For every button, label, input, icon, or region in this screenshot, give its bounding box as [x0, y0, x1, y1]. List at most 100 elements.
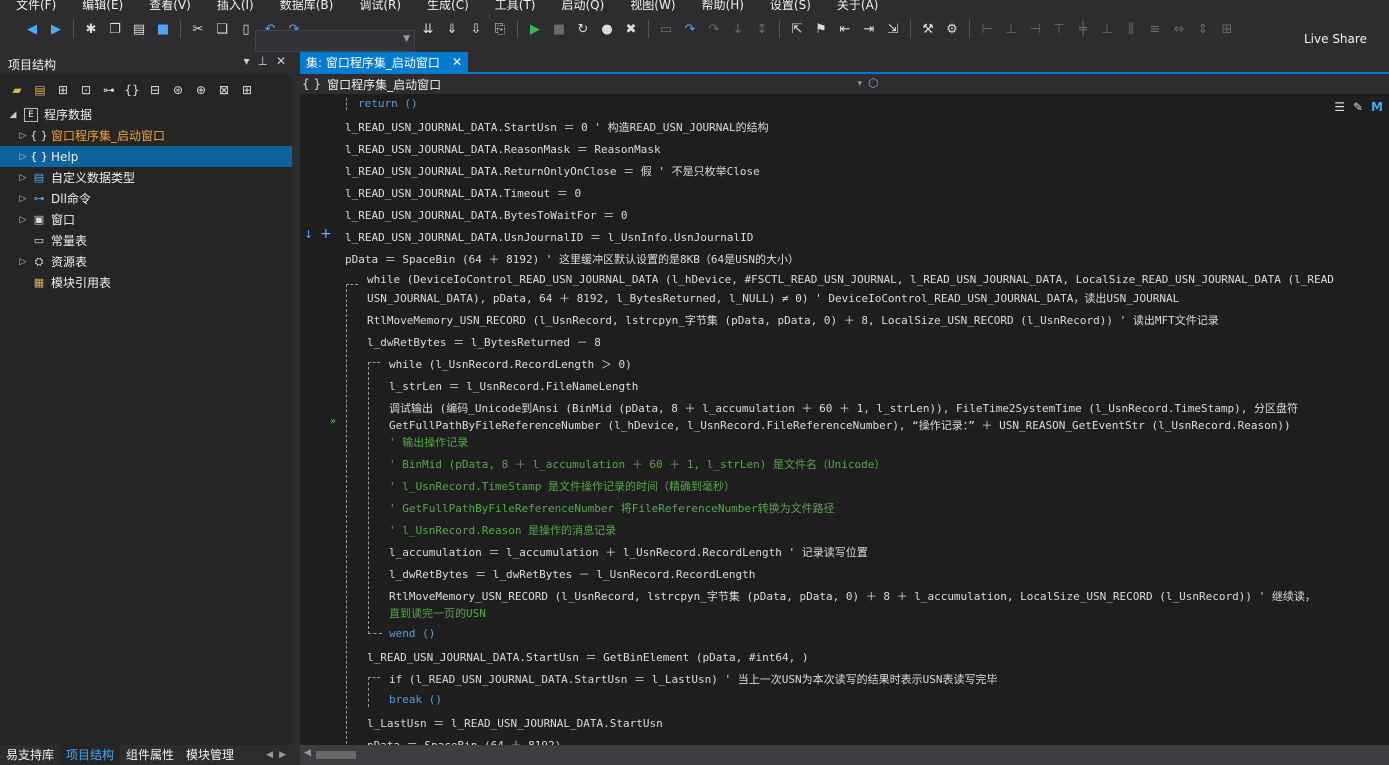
package-icon[interactable]: ⎘ [490, 19, 510, 39]
scroll-left-icon[interactable]: ◀ [304, 748, 311, 758]
distribute-v-icon[interactable]: ≡ [1145, 19, 1165, 39]
step-into-icon[interactable]: ↓ [728, 19, 748, 39]
add-dll-icon[interactable]: ⊶ [100, 81, 118, 99]
same-height-icon[interactable]: ⇕ [1193, 19, 1213, 39]
editor-tab[interactable]: 集: 窗口程序集_启动窗口 ✕ [300, 52, 468, 72]
menu-insert[interactable]: 插入(I) [217, 0, 254, 12]
collapse-icon[interactable]: ◢ [6, 110, 20, 120]
tree-node-custom-types[interactable]: ▷ ▤ 自定义数据类型 [16, 167, 292, 188]
add-image-icon[interactable]: ⊞ [238, 81, 256, 99]
align-right-icon[interactable]: ⊣ [1025, 19, 1045, 39]
folder-icon[interactable]: ▰ [8, 81, 26, 99]
cube-icon[interactable]: ⬡ [868, 76, 878, 90]
toolbar-combo[interactable]: ▼ [255, 30, 415, 52]
back-icon[interactable]: ◀ [22, 19, 42, 39]
add-window-icon[interactable]: ⊠ [215, 81, 233, 99]
scroll-right-icon[interactable]: ▶ [279, 750, 286, 760]
menu-settings[interactable]: 设置(S) [770, 0, 811, 12]
horizontal-scrollbar[interactable]: ◀ [300, 745, 1389, 765]
align-center-icon[interactable]: ⊥ [1001, 19, 1021, 39]
add-const-icon[interactable]: ⊛ [169, 81, 187, 99]
pin-icon[interactable]: ⊥ [257, 54, 267, 68]
add-resource-icon[interactable]: ⊕ [192, 81, 210, 99]
copy-icon[interactable]: ❏ [212, 19, 232, 39]
tab-support-library[interactable]: 易支持库 [0, 745, 60, 765]
navigate-icon[interactable]: ⇱ [787, 19, 807, 39]
menu-window[interactable]: 视图(W) [630, 0, 675, 12]
step-over-icon[interactable]: ↷ [680, 19, 700, 39]
edit-mode-icon[interactable]: ✎ [1353, 100, 1363, 114]
bookmark-clear-icon[interactable]: ⇲ [883, 19, 903, 39]
format-icon[interactable]: ☰ [1334, 100, 1345, 114]
code-editor[interactable]: ↓ + » return () l_READ_USN_JOURNAL_DATA.… [300, 94, 1389, 745]
expand-icon[interactable]: ▷ [16, 215, 30, 225]
tree-node-resources[interactable]: ▷ ⛭ 资源表 [16, 251, 292, 272]
forward-icon[interactable]: ▶ [46, 19, 66, 39]
align-left-icon[interactable]: ⊢ [977, 19, 997, 39]
menu-debug[interactable]: 调试(R) [359, 0, 401, 12]
align-middle-icon[interactable]: ╪ [1073, 19, 1093, 39]
save-all-icon[interactable]: ▤ [129, 19, 149, 39]
menu-edit[interactable]: 编辑(E) [82, 0, 123, 12]
menu-help[interactable]: 帮助(H) [702, 0, 744, 12]
scrollbar-thumb[interactable] [316, 751, 356, 759]
cut-icon[interactable]: ✂ [188, 19, 208, 39]
close-icon[interactable]: ✕ [452, 55, 462, 69]
same-width-icon[interactable]: ⇔ [1169, 19, 1189, 39]
tree-node-constants[interactable]: ▭ 常量表 [30, 230, 292, 251]
expand-icon[interactable]: ▷ [16, 131, 30, 141]
breakpoint-icon[interactable]: ● [597, 19, 617, 39]
menu-build[interactable]: 生成(C) [427, 0, 469, 12]
tree-node-dll[interactable]: ▷ ⊶ Dll命令 [16, 188, 292, 209]
tree-node-program-data[interactable]: ◢ E 程序数据 [6, 104, 292, 125]
tree-node-window[interactable]: ▷ ▣ 窗口 [16, 209, 292, 230]
bookmark-next-icon[interactable]: ⇥ [859, 19, 879, 39]
menu-view[interactable]: 查看(V) [149, 0, 191, 12]
menu-start[interactable]: 启动(Q) [561, 0, 604, 12]
menu-tools[interactable]: 工具(T) [495, 0, 536, 12]
step-out-icon[interactable]: ↕ [752, 19, 772, 39]
save-icon[interactable]: ■ [153, 19, 173, 39]
align-bottom-icon[interactable]: ⊥ [1097, 19, 1117, 39]
menu-file[interactable]: 文件(F) [16, 0, 56, 12]
compile-static-icon[interactable]: ⇓ [442, 19, 462, 39]
compile-icon[interactable]: ⇊ [418, 19, 438, 39]
publish-icon[interactable]: ⇩ [466, 19, 486, 39]
align-top-icon[interactable]: ⊤ [1049, 19, 1069, 39]
expand-icon[interactable]: ▷ [16, 257, 30, 267]
new-project-icon[interactable]: ✱ [81, 19, 101, 39]
panel-menu-icon[interactable]: ▾ [243, 54, 249, 68]
tab-component-properties[interactable]: 组件属性 [120, 745, 180, 765]
close-icon[interactable]: ✕ [276, 54, 286, 68]
plus-icon[interactable]: + [320, 226, 332, 242]
scope-dropdown[interactable]: { } 窗口程序集_启动窗口 ▾ [302, 76, 862, 92]
expand-icon[interactable]: ▷ [16, 152, 30, 162]
expand-icon[interactable]: ▷ [16, 173, 30, 183]
bookmark-icon[interactable]: ⚑ [811, 19, 831, 39]
run-icon[interactable]: ▶ [525, 19, 545, 39]
tab-module-management[interactable]: 模块管理 [180, 745, 240, 765]
distribute-h-icon[interactable]: ⫼ [1121, 19, 1141, 39]
clear-breakpoints-icon[interactable]: ✖ [621, 19, 641, 39]
m-icon[interactable]: M [1371, 100, 1383, 114]
step-back-icon[interactable]: ↷ [704, 19, 724, 39]
add-class-icon[interactable]: ⊡ [77, 81, 95, 99]
tree-node-startup-window[interactable]: ▷ { } 窗口程序集_启动窗口 [16, 125, 292, 146]
same-size-icon[interactable]: ⊞ [1217, 19, 1237, 39]
tree-node-module-refs[interactable]: ▦ 模块引用表 [30, 272, 292, 293]
menu-about[interactable]: 关于(A) [837, 0, 879, 12]
add-subroutine-icon[interactable]: ⊞ [54, 81, 72, 99]
tab-project-structure[interactable]: 项目结构 [60, 745, 121, 765]
add-type-icon[interactable]: ⊟ [146, 81, 164, 99]
wrench-icon[interactable]: ⚒ [918, 19, 938, 39]
gear-icon[interactable]: ⚙ [942, 19, 962, 39]
scroll-left-icon[interactable]: ◀ [266, 750, 273, 760]
restart-icon[interactable]: ↻ [573, 19, 593, 39]
paste-icon[interactable]: ▯ [236, 19, 256, 39]
stop-icon[interactable]: ■ [549, 19, 569, 39]
live-share-button[interactable]: Live Share [1304, 32, 1367, 46]
step-window-icon[interactable]: ▭ [656, 19, 676, 39]
expand-icon[interactable]: ▷ [16, 194, 30, 204]
menu-database[interactable]: 数据库(B) [280, 0, 334, 12]
file-icon[interactable]: ▤ [31, 81, 49, 99]
